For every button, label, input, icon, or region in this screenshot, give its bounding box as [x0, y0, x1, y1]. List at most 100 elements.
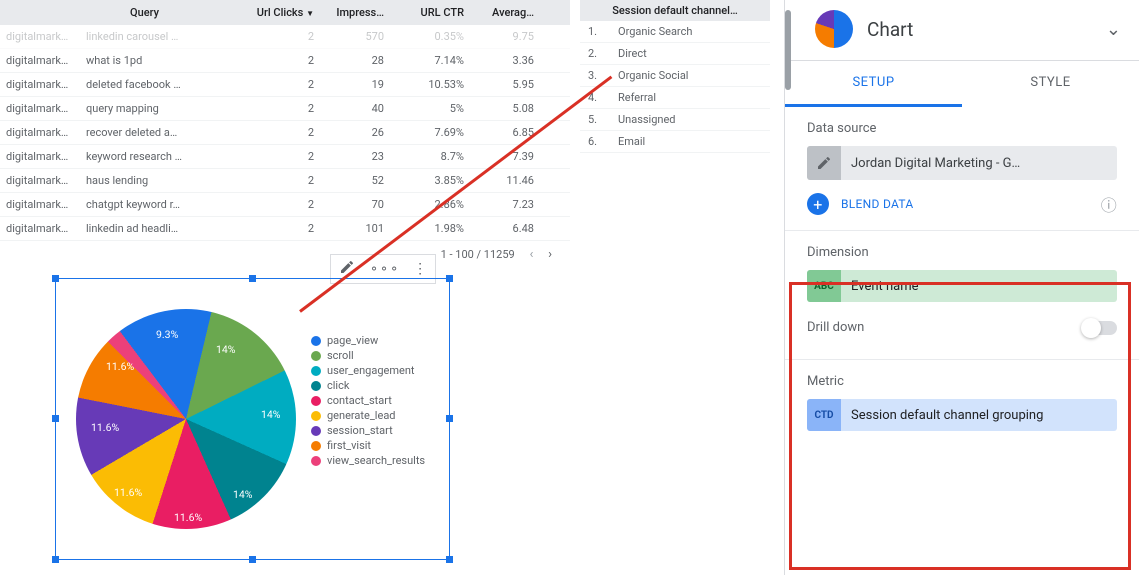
chart-filter-icon[interactable]: ⚬⚬⚬	[369, 262, 399, 276]
row-number: 2.	[588, 47, 618, 60]
legend-item[interactable]: view_search_results	[311, 454, 425, 467]
edit-data-source-icon[interactable]	[807, 146, 841, 180]
query-cell: deleted facebook …	[80, 76, 240, 93]
table-row[interactable]: digitalmarketing… query mapping 2 40 5% …	[0, 97, 570, 121]
channel-row[interactable]: 1.Organic Search	[580, 21, 770, 43]
dimension-value: Event name	[841, 279, 1117, 294]
blend-data-label: BLEND DATA	[841, 197, 914, 211]
channel-row[interactable]: 4.Referral	[580, 87, 770, 109]
col-clicks[interactable]: Url Clicks ▼	[240, 4, 320, 21]
clicks-cell: 2	[240, 124, 320, 141]
table-row[interactable]: digitalmarketing… what is 1pd 2 28 7.14%…	[0, 49, 570, 73]
query-cell: what is 1pd	[80, 52, 240, 69]
legend-label: generate_lead	[327, 409, 396, 422]
resize-handle[interactable]	[446, 556, 453, 563]
data-source-chip[interactable]: Jordan Digital Marketing - G…	[807, 146, 1117, 180]
channel-row[interactable]: 2.Direct	[580, 43, 770, 65]
ctr-cell: 3.85%	[390, 172, 470, 189]
landing-page-cell: digitalmarketing…	[0, 100, 80, 117]
legend-item[interactable]: click	[311, 379, 425, 392]
pie-slice-label: 14%	[233, 488, 253, 501]
legend-label: session_start	[327, 424, 393, 437]
table-row[interactable]: digitalmarketing… recover deleted a… 2 2…	[0, 121, 570, 145]
metric-label: Metric	[807, 374, 1117, 389]
table-row[interactable]: digitalmarketing… linkedin ad headli… 2 …	[0, 217, 570, 241]
resize-handle[interactable]	[446, 275, 453, 282]
avg-cell: 7.23	[470, 196, 540, 213]
query-cell: haus lending	[80, 172, 240, 189]
channel-row[interactable]: 5.Unassigned	[580, 109, 770, 131]
resize-handle[interactable]	[52, 415, 59, 422]
legend-item[interactable]: generate_lead	[311, 409, 425, 422]
data-source-label: Data source	[807, 121, 1117, 136]
pager-prev-icon[interactable]: ‹	[529, 247, 533, 262]
chart-type-selector[interactable]: Chart ⌄	[785, 0, 1139, 61]
pie-slice-label: 14%	[261, 408, 281, 421]
clicks-cell: 2	[240, 52, 320, 69]
legend-swatch	[311, 426, 321, 436]
query-table: lp Query Url Clicks ▼ Impress… URL CTR A…	[0, 0, 570, 268]
clicks-cell: 2	[240, 100, 320, 117]
tab-setup[interactable]: SETUP	[785, 61, 962, 107]
sidebar-scrollbar[interactable]	[785, 10, 791, 90]
clicks-cell: 2	[240, 28, 320, 45]
metric-chip[interactable]: CTD Session default channel grouping	[807, 399, 1117, 431]
channel-name: Referral	[618, 91, 762, 104]
legend-label: scroll	[327, 349, 354, 362]
resize-handle[interactable]	[446, 415, 453, 422]
impr-cell: 52	[320, 172, 390, 189]
table-row[interactable]: digitalmarketing… keyword research … 2 2…	[0, 145, 570, 169]
ctr-cell: 10.53%	[390, 76, 470, 93]
query-cell: linkedin carousel …	[80, 28, 240, 45]
landing-page-cell: digitalmarketing…	[0, 124, 80, 141]
impr-cell: 40	[320, 100, 390, 117]
chart-more-icon[interactable]: ⋮	[413, 261, 427, 277]
resize-handle[interactable]	[249, 275, 256, 282]
legend-swatch	[311, 351, 321, 361]
help-icon[interactable]: ⓘ	[1101, 192, 1117, 216]
tab-style[interactable]: STYLE	[962, 61, 1139, 107]
col-ctr[interactable]: URL CTR	[390, 4, 470, 21]
legend-item[interactable]: contact_start	[311, 394, 425, 407]
dimension-chip[interactable]: ABC Event name	[807, 270, 1117, 302]
ctd-type-icon: CTD	[807, 399, 841, 431]
sidebar-tabs: SETUP STYLE	[785, 61, 1139, 107]
blend-data-button[interactable]: + BLEND DATA ⓘ	[807, 192, 1117, 216]
clicks-cell: 2	[240, 220, 320, 237]
col-query[interactable]: Query	[80, 4, 240, 21]
resize-handle[interactable]	[52, 556, 59, 563]
avg-cell: 6.48	[470, 220, 540, 237]
col-impressions[interactable]: Impress…	[320, 4, 390, 21]
legend-item[interactable]: session_start	[311, 424, 425, 437]
legend-swatch	[311, 456, 321, 466]
pie-legend: page_viewscroll user_engagementclick conta…	[311, 334, 425, 469]
col-avg[interactable]: Averag…	[470, 4, 540, 21]
legend-item[interactable]: page_view	[311, 334, 425, 347]
resize-handle[interactable]	[249, 556, 256, 563]
pager-next-icon[interactable]: ›	[548, 247, 552, 262]
query-cell: recover deleted a…	[80, 124, 240, 141]
pie-slice-label: 11.6%	[91, 421, 119, 434]
resize-handle[interactable]	[52, 275, 59, 282]
legend-item[interactable]: user_engagement	[311, 364, 425, 377]
drill-down-toggle[interactable]	[1083, 321, 1117, 335]
chevron-down-icon: ⌄	[1106, 19, 1121, 40]
clicks-cell: 2	[240, 172, 320, 189]
channel-header[interactable]: Session default channel…	[580, 0, 770, 21]
table-row[interactable]: digitalmarketing… linkedin carousel … 2 …	[0, 25, 570, 49]
data-source-name: Jordan Digital Marketing - G…	[841, 156, 1117, 171]
table-row[interactable]: digitalmarketing… chatgpt keyword r… 2 7…	[0, 193, 570, 217]
channel-row[interactable]: 6.Email	[580, 131, 770, 153]
table-row[interactable]: digitalmarketing… deleted facebook … 2 1…	[0, 73, 570, 97]
row-number: 1.	[588, 25, 618, 38]
impr-cell: 28	[320, 52, 390, 69]
impr-cell: 23	[320, 148, 390, 165]
legend-swatch	[311, 441, 321, 451]
sort-desc-icon: ▼	[306, 9, 314, 18]
legend-item[interactable]: first_visit	[311, 439, 425, 452]
channel-name: Direct	[618, 47, 762, 60]
impr-cell: 570	[320, 28, 390, 45]
pie-slice-label: 9.3%	[156, 328, 178, 341]
legend-item[interactable]: scroll	[311, 349, 425, 362]
pie-chart[interactable]: 14%14%14%11.6%11.6%11.6%11.6%9.3% page_v…	[55, 278, 450, 560]
